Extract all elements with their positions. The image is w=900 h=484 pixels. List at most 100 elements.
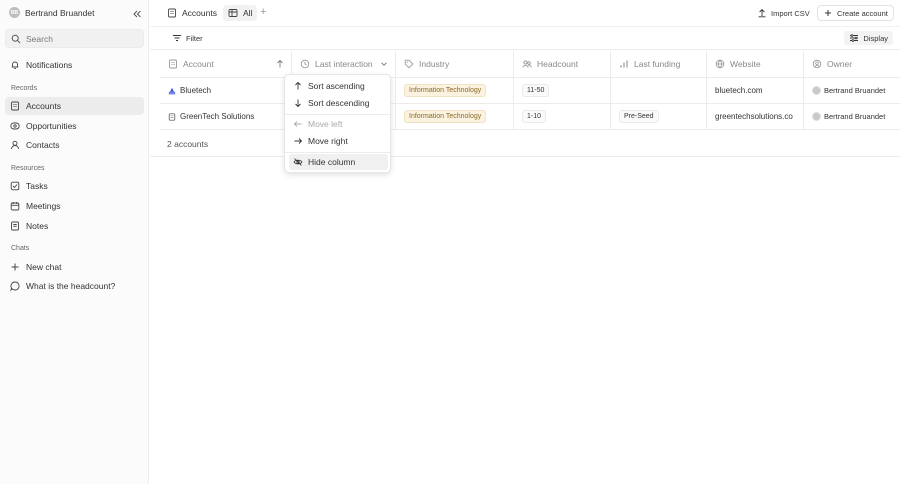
menu-hide-column-label: Hide column [308, 157, 356, 167]
industry-tag: Information Technology [404, 110, 487, 123]
column-header-last-interaction-label: Last interaction [315, 59, 373, 69]
nav-new-chat-label: New chat [26, 262, 62, 272]
plus-icon [823, 8, 833, 18]
account-name: GreenTech Solutions [180, 112, 255, 121]
nav-notes-label: Notes [26, 221, 49, 231]
tab-all[interactable]: All [223, 5, 258, 21]
nav-tasks[interactable]: Tasks [5, 177, 144, 195]
building-icon [167, 8, 177, 18]
import-csv-label: Import CSV [771, 8, 810, 18]
create-account-label: Create account [837, 8, 888, 18]
nav-meetings[interactable]: Meetings [5, 197, 144, 215]
website-link[interactable]: greentechsolutions.co [715, 112, 793, 121]
column-header-headcount[interactable]: Headcount [514, 51, 611, 78]
arrow-down-icon [293, 98, 303, 108]
nav-new-chat[interactable]: New chat [5, 258, 144, 276]
users-icon [522, 59, 532, 69]
record-count: 2 accounts [167, 139, 209, 149]
nav-chat-headcount[interactable]: What is the headcount? [5, 277, 144, 295]
funding-tag: Pre-Seed [619, 110, 659, 123]
column-header-website[interactable]: Website [707, 51, 804, 78]
table-cell-headcount[interactable]: 1-10 [514, 104, 611, 130]
nav-accounts[interactable]: Accounts [5, 97, 144, 115]
workspace-name: Bertrand Bruandet [25, 7, 95, 18]
table-cell-owner[interactable]: Bertrand Bruandet [804, 104, 900, 130]
nav-meetings-label: Meetings [26, 201, 61, 211]
clock-icon [300, 59, 310, 69]
workspace-avatar: BB [9, 7, 20, 18]
sidebar: BB Bertrand Bruandet Search Notification… [0, 0, 149, 484]
upload-icon [757, 8, 767, 18]
chevron-down-icon[interactable] [379, 59, 389, 69]
search-icon [11, 34, 21, 44]
nav-notes[interactable]: Notes [5, 217, 144, 235]
import-csv-button[interactable]: Import CSV [752, 5, 815, 21]
owner-name: Bertrand Bruandet [824, 112, 886, 121]
arrow-right-icon [293, 136, 303, 146]
building-icon [168, 59, 178, 69]
table-cell-account[interactable]: Bluetech [160, 78, 292, 104]
tab-all-label: All [243, 8, 253, 18]
table-cell-account[interactable]: GreenTech Solutions [160, 104, 292, 130]
owner-avatar [812, 86, 821, 95]
account-name: Bluetech [180, 86, 212, 95]
table-cell-industry[interactable]: Information Technology [396, 78, 514, 104]
section-resources-label: Resources [11, 165, 45, 172]
column-header-last-funding[interactable]: Last funding [611, 51, 707, 78]
nav-tasks-label: Tasks [26, 181, 48, 191]
search-box[interactable]: Search [5, 29, 144, 48]
add-view-icon[interactable]: + [260, 6, 266, 18]
table-cell-headcount[interactable]: 11-50 [514, 78, 611, 104]
owner-name: Bertrand Bruandet [824, 86, 886, 95]
nav-accounts-label: Accounts [26, 101, 61, 111]
table-cell-website[interactable]: bluetech.com [707, 78, 804, 104]
workspace-switcher[interactable]: BB Bertrand Bruandet [9, 7, 94, 18]
sort-arrow-up-icon[interactable] [275, 59, 285, 69]
bell-icon [10, 60, 20, 70]
table-footer-divider [150, 156, 900, 157]
nav-opportunities-label: Opportunities [26, 121, 77, 131]
menu-hide-column[interactable]: Hide column [289, 154, 388, 170]
menu-move-right[interactable]: Move right [289, 133, 388, 149]
search-placeholder: Search [26, 33, 53, 44]
owner-avatar [812, 112, 821, 121]
website-link[interactable]: bluetech.com [715, 86, 763, 95]
menu-move-left: Move left [289, 116, 388, 132]
column-header-owner[interactable]: Owner [804, 51, 900, 78]
display-label: Display [863, 33, 888, 43]
nav-notifications[interactable]: Notifications [5, 56, 144, 74]
column-header-headcount-label: Headcount [537, 59, 579, 69]
menu-divider [285, 114, 390, 115]
column-header-industry[interactable]: Industry [396, 51, 514, 78]
menu-sort-ascending-label: Sort ascending [308, 81, 365, 91]
column-options-menu: Sort ascending Sort descending Move left… [284, 74, 391, 173]
collapse-sidebar-icon[interactable] [130, 7, 143, 20]
menu-sort-descending[interactable]: Sort descending [289, 95, 388, 111]
create-account-button[interactable]: Create account [817, 5, 894, 21]
column-header-account-label: Account [183, 59, 214, 69]
table-cell-last-funding[interactable]: Pre-Seed [611, 104, 707, 130]
table-cell-last-funding[interactable] [611, 78, 707, 104]
table-cell-industry[interactable]: Information Technology [396, 104, 514, 130]
menu-sort-ascending[interactable]: Sort ascending [289, 78, 388, 94]
column-header-website-label: Website [730, 59, 761, 69]
column-header-account[interactable]: Account [160, 51, 292, 78]
table-cell-owner[interactable]: Bertrand Bruandet [804, 78, 900, 104]
menu-divider [285, 152, 390, 153]
target-icon [10, 121, 20, 131]
filter-button[interactable]: Filter [167, 31, 208, 45]
menu-move-right-label: Move right [308, 136, 348, 146]
headcount-tag: 11-50 [522, 84, 550, 97]
globe-icon [715, 59, 725, 69]
tab-accounts[interactable]: Accounts [162, 5, 222, 21]
display-button[interactable]: Display [844, 31, 893, 45]
plus-icon [10, 262, 20, 272]
filter-icon [172, 33, 182, 43]
building-icon [168, 112, 176, 121]
nav-opportunities[interactable]: Opportunities [5, 117, 144, 135]
arrow-left-icon [293, 119, 303, 129]
building-icon [10, 101, 20, 111]
menu-move-left-label: Move left [308, 119, 343, 129]
nav-contacts[interactable]: Contacts [5, 136, 144, 154]
table-cell-website[interactable]: greentechsolutions.co [707, 104, 804, 130]
